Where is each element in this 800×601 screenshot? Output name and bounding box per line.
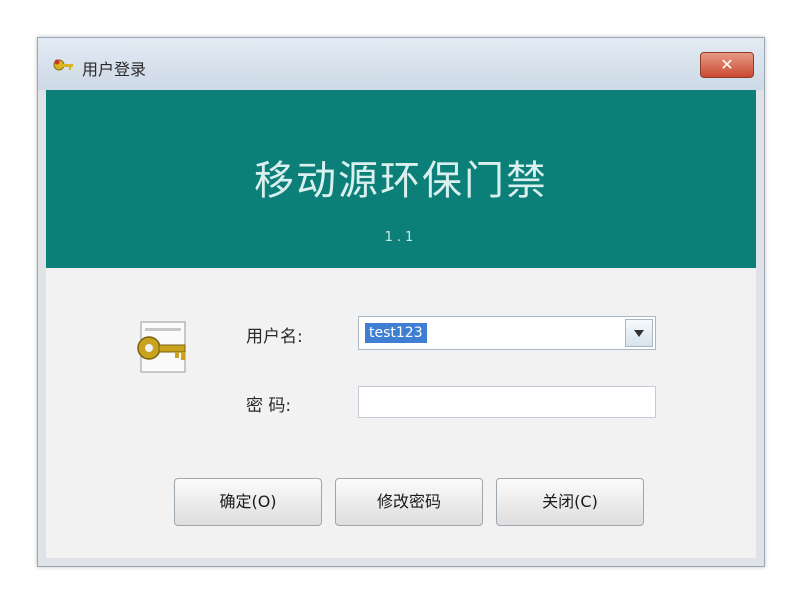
login-form: 用户名: test123 密 码: 确定(O) 修改密码 关闭(C) [46,268,756,558]
chevron-down-icon [634,330,644,337]
username-value[interactable]: test123 [365,323,427,343]
close-icon: ✕ [720,55,734,74]
password-field[interactable] [358,386,656,418]
window-title: 用户登录 [82,60,147,79]
close-button[interactable]: 关闭(C) [496,478,644,526]
ok-button[interactable]: 确定(O) [174,478,322,526]
password-label: 密 码: [246,396,292,416]
change-password-button[interactable]: 修改密码 [335,478,483,526]
banner-title: 移动源环保门禁 [254,158,548,204]
login-window: 用户登录 ✕ 移动源环保门禁 1.1 用户名: test123 密 码: 确定(… [37,37,765,567]
version-label: 1.1 [384,230,418,245]
title-bar: 用户登录 ✕ [38,38,764,90]
key-app-icon [52,56,74,74]
username-label: 用户名: [246,327,303,347]
close-window-button[interactable]: ✕ [700,52,754,78]
banner: 移动源环保门禁 1.1 [46,90,756,268]
username-combobox[interactable]: test123 [358,316,656,350]
dropdown-arrow-button[interactable] [625,319,653,347]
key-icon [131,318,193,376]
